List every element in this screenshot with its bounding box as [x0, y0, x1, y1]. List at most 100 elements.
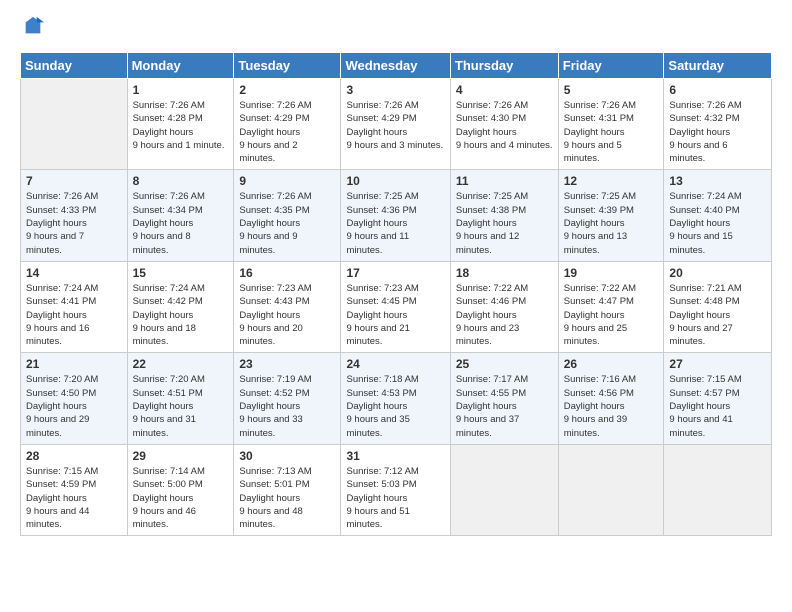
calendar-cell: 28 Sunrise: 7:15 AMSunset: 4:59 PMDaylig… — [21, 444, 128, 535]
day-number: 17 — [346, 266, 444, 280]
day-info: Sunrise: 7:24 AMSunset: 4:42 PMDaylight … — [133, 283, 205, 347]
day-info: Sunrise: 7:24 AMSunset: 4:41 PMDaylight … — [26, 283, 98, 347]
calendar-cell — [558, 444, 664, 535]
calendar-cell: 25 Sunrise: 7:17 AMSunset: 4:55 PMDaylig… — [450, 353, 558, 444]
day-info: Sunrise: 7:25 AMSunset: 4:36 PMDaylight … — [346, 191, 418, 255]
day-info: Sunrise: 7:15 AMSunset: 4:59 PMDaylight … — [26, 466, 98, 530]
calendar-cell: 7 Sunrise: 7:26 AMSunset: 4:33 PMDayligh… — [21, 170, 128, 261]
day-number: 24 — [346, 357, 444, 371]
day-number: 4 — [456, 83, 553, 97]
calendar-cell — [21, 79, 128, 170]
day-number: 22 — [133, 357, 229, 371]
day-info: Sunrise: 7:16 AMSunset: 4:56 PMDaylight … — [564, 374, 636, 438]
logo-icon — [22, 15, 44, 37]
day-info: Sunrise: 7:20 AMSunset: 4:50 PMDaylight … — [26, 374, 98, 438]
calendar-cell: 14 Sunrise: 7:24 AMSunset: 4:41 PMDaylig… — [21, 261, 128, 352]
day-number: 27 — [669, 357, 766, 371]
day-info: Sunrise: 7:26 AMSunset: 4:29 PMDaylight … — [346, 100, 443, 151]
calendar-cell: 31 Sunrise: 7:12 AMSunset: 5:03 PMDaylig… — [341, 444, 450, 535]
calendar-cell — [664, 444, 772, 535]
calendar-cell: 2 Sunrise: 7:26 AMSunset: 4:29 PMDayligh… — [234, 79, 341, 170]
calendar-cell: 11 Sunrise: 7:25 AMSunset: 4:38 PMDaylig… — [450, 170, 558, 261]
calendar-cell: 21 Sunrise: 7:20 AMSunset: 4:50 PMDaylig… — [21, 353, 128, 444]
day-info: Sunrise: 7:15 AMSunset: 4:57 PMDaylight … — [669, 374, 741, 438]
calendar-cell: 24 Sunrise: 7:18 AMSunset: 4:53 PMDaylig… — [341, 353, 450, 444]
calendar-week-3: 21 Sunrise: 7:20 AMSunset: 4:50 PMDaylig… — [21, 353, 772, 444]
col-header-thursday: Thursday — [450, 53, 558, 79]
day-number: 29 — [133, 449, 229, 463]
day-number: 14 — [26, 266, 122, 280]
day-info: Sunrise: 7:21 AMSunset: 4:48 PMDaylight … — [669, 283, 741, 347]
day-info: Sunrise: 7:26 AMSunset: 4:31 PMDaylight … — [564, 100, 636, 164]
calendar-cell: 22 Sunrise: 7:20 AMSunset: 4:51 PMDaylig… — [127, 353, 234, 444]
logo — [20, 15, 44, 42]
col-header-sunday: Sunday — [21, 53, 128, 79]
page: SundayMondayTuesdayWednesdayThursdayFrid… — [0, 0, 792, 612]
day-info: Sunrise: 7:24 AMSunset: 4:40 PMDaylight … — [669, 191, 741, 255]
calendar-table: SundayMondayTuesdayWednesdayThursdayFrid… — [20, 52, 772, 536]
calendar-cell: 13 Sunrise: 7:24 AMSunset: 4:40 PMDaylig… — [664, 170, 772, 261]
day-info: Sunrise: 7:26 AMSunset: 4:28 PMDaylight … — [133, 100, 225, 151]
day-number: 5 — [564, 83, 659, 97]
calendar-cell: 6 Sunrise: 7:26 AMSunset: 4:32 PMDayligh… — [664, 79, 772, 170]
day-info: Sunrise: 7:17 AMSunset: 4:55 PMDaylight … — [456, 374, 528, 438]
day-info: Sunrise: 7:26 AMSunset: 4:33 PMDaylight … — [26, 191, 98, 255]
day-info: Sunrise: 7:23 AMSunset: 4:43 PMDaylight … — [239, 283, 311, 347]
calendar-cell: 10 Sunrise: 7:25 AMSunset: 4:36 PMDaylig… — [341, 170, 450, 261]
day-number: 6 — [669, 83, 766, 97]
day-info: Sunrise: 7:20 AMSunset: 4:51 PMDaylight … — [133, 374, 205, 438]
col-header-wednesday: Wednesday — [341, 53, 450, 79]
calendar-header-row: SundayMondayTuesdayWednesdayThursdayFrid… — [21, 53, 772, 79]
calendar-cell: 5 Sunrise: 7:26 AMSunset: 4:31 PMDayligh… — [558, 79, 664, 170]
calendar-cell: 12 Sunrise: 7:25 AMSunset: 4:39 PMDaylig… — [558, 170, 664, 261]
col-header-monday: Monday — [127, 53, 234, 79]
day-info: Sunrise: 7:26 AMSunset: 4:32 PMDaylight … — [669, 100, 741, 164]
calendar-week-4: 28 Sunrise: 7:15 AMSunset: 4:59 PMDaylig… — [21, 444, 772, 535]
day-number: 12 — [564, 174, 659, 188]
calendar-cell: 30 Sunrise: 7:13 AMSunset: 5:01 PMDaylig… — [234, 444, 341, 535]
day-number: 15 — [133, 266, 229, 280]
day-number: 21 — [26, 357, 122, 371]
day-info: Sunrise: 7:23 AMSunset: 4:45 PMDaylight … — [346, 283, 418, 347]
day-number: 19 — [564, 266, 659, 280]
day-number: 8 — [133, 174, 229, 188]
day-number: 26 — [564, 357, 659, 371]
calendar-week-2: 14 Sunrise: 7:24 AMSunset: 4:41 PMDaylig… — [21, 261, 772, 352]
calendar-cell: 15 Sunrise: 7:24 AMSunset: 4:42 PMDaylig… — [127, 261, 234, 352]
header — [20, 15, 772, 42]
day-number: 1 — [133, 83, 229, 97]
day-number: 9 — [239, 174, 335, 188]
day-info: Sunrise: 7:14 AMSunset: 5:00 PMDaylight … — [133, 466, 205, 530]
day-number: 13 — [669, 174, 766, 188]
col-header-tuesday: Tuesday — [234, 53, 341, 79]
calendar-cell: 23 Sunrise: 7:19 AMSunset: 4:52 PMDaylig… — [234, 353, 341, 444]
day-number: 2 — [239, 83, 335, 97]
calendar-cell: 16 Sunrise: 7:23 AMSunset: 4:43 PMDaylig… — [234, 261, 341, 352]
day-info: Sunrise: 7:25 AMSunset: 4:39 PMDaylight … — [564, 191, 636, 255]
calendar-cell: 27 Sunrise: 7:15 AMSunset: 4:57 PMDaylig… — [664, 353, 772, 444]
day-info: Sunrise: 7:12 AMSunset: 5:03 PMDaylight … — [346, 466, 418, 530]
day-info: Sunrise: 7:13 AMSunset: 5:01 PMDaylight … — [239, 466, 311, 530]
day-info: Sunrise: 7:18 AMSunset: 4:53 PMDaylight … — [346, 374, 418, 438]
calendar-cell: 4 Sunrise: 7:26 AMSunset: 4:30 PMDayligh… — [450, 79, 558, 170]
day-number: 10 — [346, 174, 444, 188]
day-info: Sunrise: 7:26 AMSunset: 4:30 PMDaylight … — [456, 100, 553, 151]
col-header-saturday: Saturday — [664, 53, 772, 79]
day-info: Sunrise: 7:19 AMSunset: 4:52 PMDaylight … — [239, 374, 311, 438]
calendar-week-0: 1 Sunrise: 7:26 AMSunset: 4:28 PMDayligh… — [21, 79, 772, 170]
calendar-cell: 3 Sunrise: 7:26 AMSunset: 4:29 PMDayligh… — [341, 79, 450, 170]
day-info: Sunrise: 7:25 AMSunset: 4:38 PMDaylight … — [456, 191, 528, 255]
day-number: 20 — [669, 266, 766, 280]
calendar-cell: 26 Sunrise: 7:16 AMSunset: 4:56 PMDaylig… — [558, 353, 664, 444]
day-number: 7 — [26, 174, 122, 188]
calendar-cell: 17 Sunrise: 7:23 AMSunset: 4:45 PMDaylig… — [341, 261, 450, 352]
day-info: Sunrise: 7:26 AMSunset: 4:29 PMDaylight … — [239, 100, 311, 164]
calendar-cell: 29 Sunrise: 7:14 AMSunset: 5:00 PMDaylig… — [127, 444, 234, 535]
calendar-cell: 8 Sunrise: 7:26 AMSunset: 4:34 PMDayligh… — [127, 170, 234, 261]
calendar-cell: 20 Sunrise: 7:21 AMSunset: 4:48 PMDaylig… — [664, 261, 772, 352]
day-number: 16 — [239, 266, 335, 280]
calendar-cell: 1 Sunrise: 7:26 AMSunset: 4:28 PMDayligh… — [127, 79, 234, 170]
day-info: Sunrise: 7:26 AMSunset: 4:35 PMDaylight … — [239, 191, 311, 255]
day-info: Sunrise: 7:26 AMSunset: 4:34 PMDaylight … — [133, 191, 205, 255]
day-number: 3 — [346, 83, 444, 97]
